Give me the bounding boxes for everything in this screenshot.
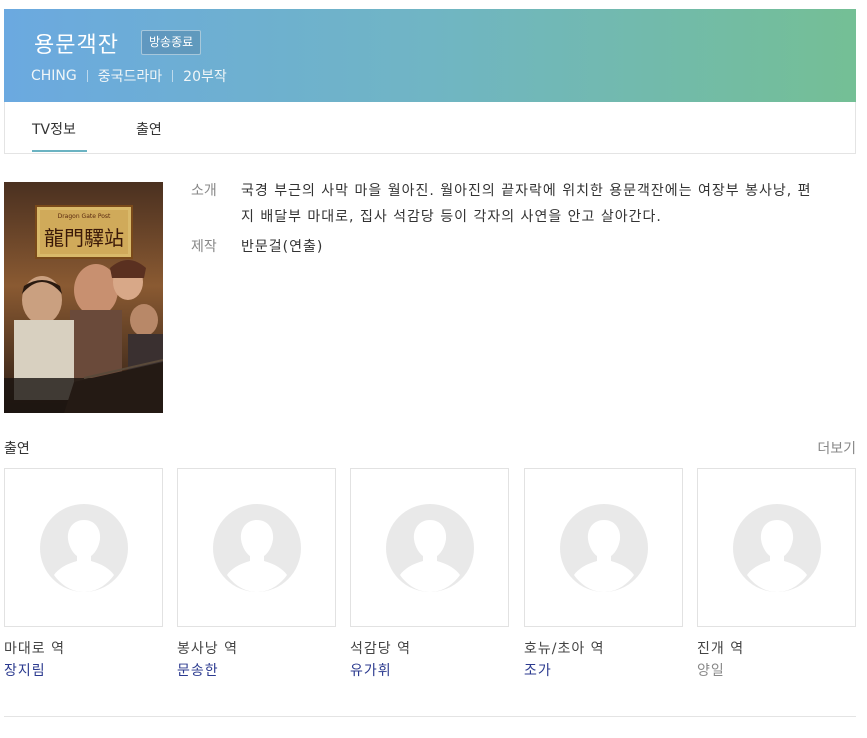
program-poster[interactable]: Dragon Gate Post 龍門驛站 — [4, 182, 163, 413]
status-badge: 방송종료 — [141, 30, 202, 55]
poster-logo-text: 龍門驛站 — [44, 226, 124, 250]
program-meta: CHING 중국드라마 20부작 — [31, 66, 227, 86]
tab-bar: TV정보 출연 — [4, 102, 856, 154]
cast-actor-link[interactable]: 문송한 — [177, 660, 336, 680]
cast-role: 석감당 역 — [350, 641, 411, 657]
meta-channel: CHING — [31, 68, 77, 84]
cast-actor-link[interactable]: 조가 — [524, 660, 683, 680]
cast-card[interactable]: 호뉴/초아 역 조가 — [524, 468, 683, 680]
cast-card[interactable]: 석감당 역 유가휘 — [350, 468, 509, 680]
production-label: 제작 — [191, 239, 217, 255]
production-row: 제작 반문걸(연출) — [191, 234, 821, 260]
poster-image: Dragon Gate Post 龍門驛站 — [4, 182, 163, 413]
tab-tv-info[interactable]: TV정보 — [32, 119, 76, 139]
cast-photo-placeholder[interactable] — [4, 468, 163, 627]
cast-card[interactable]: 마대로 역 장지림 — [4, 468, 163, 680]
meta-genre: 중국드라마 — [97, 69, 163, 85]
intro-text: 국경 부근의 사막 마을 월아진. 월아진의 끝자락에 위치한 용문객잔에는 여… — [241, 183, 812, 225]
cast-actor-link[interactable]: 유가휘 — [350, 660, 509, 680]
intro-label: 소개 — [191, 183, 217, 199]
person-icon — [733, 504, 821, 592]
meta-episodes: 20부작 — [183, 69, 227, 85]
cast-photo-placeholder — [697, 468, 856, 627]
poster-logo-subtitle: Dragon Gate Post — [58, 213, 111, 220]
person-icon — [40, 504, 128, 592]
person-icon — [560, 504, 648, 592]
cast-role: 봉사낭 역 — [177, 641, 238, 657]
program-info: 소개 국경 부근의 사막 마을 월아진. 월아진의 끝자락에 위치한 용문객잔에… — [191, 178, 821, 260]
cast-card[interactable]: 봉사낭 역 문송한 — [177, 468, 336, 680]
intro-row: 소개 국경 부근의 사막 마을 월아진. 월아진의 끝자락에 위치한 용문객잔에… — [191, 178, 821, 230]
cast-role: 호뉴/초아 역 — [524, 641, 605, 657]
meta-divider — [86, 70, 88, 82]
cast-role: 진개 역 — [697, 641, 745, 657]
person-icon — [386, 504, 474, 592]
cast-actor-link[interactable]: 장지림 — [4, 660, 163, 680]
more-link[interactable]: 더보기 — [817, 438, 856, 458]
cast-actor-name: 양일 — [697, 663, 725, 679]
person-icon — [213, 504, 301, 592]
cast-photo-placeholder[interactable] — [177, 468, 336, 627]
cast-section-title: 출연 — [4, 441, 30, 457]
cast-role: 마대로 역 — [4, 641, 65, 657]
tab-cast[interactable]: 출연 — [136, 119, 162, 139]
cast-section-header: 출연 더보기 — [4, 438, 856, 460]
production-text: 반문걸(연출) — [241, 239, 324, 255]
program-title: 용문객잔 — [34, 33, 119, 58]
cast-photo-placeholder[interactable] — [350, 468, 509, 627]
program-header: 용문객잔 방송종료 CHING 중국드라마 20부작 — [4, 9, 856, 102]
cast-card: 진개 역 양일 — [697, 468, 856, 680]
section-divider — [4, 716, 856, 717]
cast-photo-placeholder[interactable] — [524, 468, 683, 627]
meta-divider — [172, 70, 174, 82]
active-tab-indicator — [32, 150, 87, 152]
